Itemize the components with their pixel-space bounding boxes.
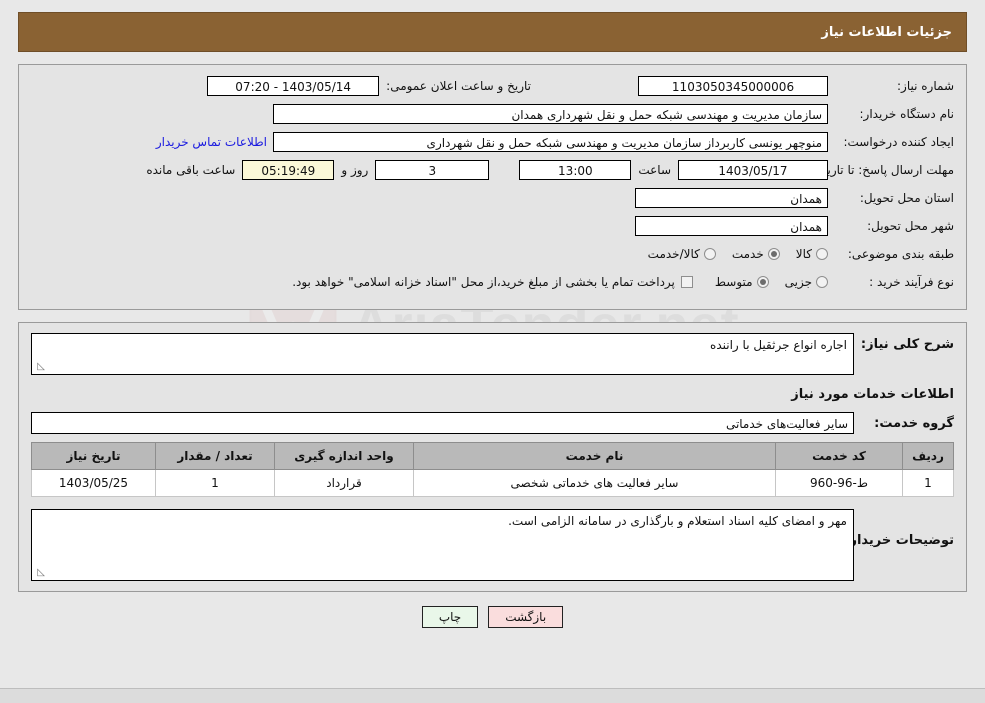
remaining-days-label: روز و [341, 163, 369, 177]
footer-button-bar: بازگشت چاپ [0, 606, 985, 628]
category-option-label: کالا [795, 247, 812, 261]
radio-icon[interactable] [816, 248, 828, 260]
general-desc-textarea[interactable]: اجاره انواع جرثقیل با راننده ◺ [31, 333, 854, 375]
cell-need-date: 1403/05/25 [31, 469, 156, 497]
th-row-no: ردیف [902, 442, 954, 470]
general-desc-value: اجاره انواع جرثقیل با راننده [710, 338, 847, 352]
buyer-org-field[interactable]: سازمان مدیریت و مهندسی شبکه حمل و نقل شه… [273, 104, 828, 124]
service-group-row: گروه خدمت: سایر فعالیت‌های خدماتی [31, 412, 954, 434]
province-label: استان محل تحویل: [859, 191, 954, 205]
process-row: نوع فرآیند خرید : جزیی متوسط پرداخت تمام… [31, 271, 954, 293]
table-row: 1 ط-96-960 سایر فعالیت های خدماتی شخصی ق… [31, 469, 954, 497]
general-desc-label: شرح کلی نیاز: [860, 337, 954, 352]
category-option-khedmat[interactable]: خدمت [732, 247, 780, 261]
treasury-note: پرداخت تمام یا بخشی از مبلغ خرید،از محل … [292, 275, 675, 289]
print-button[interactable]: چاپ [421, 606, 479, 628]
process-option-label: متوسط [714, 275, 753, 289]
cell-service-code: ط-96-960 [775, 469, 903, 497]
requester-label: ایجاد کننده درخواست: [843, 135, 954, 149]
deadline-label: مهلت ارسال پاسخ: تا تاریخ: [815, 162, 954, 177]
buyer-notes-value: مهر و امضای کلیه اسناد استعلام و بارگذار… [508, 514, 847, 528]
th-need-date: تاریخ نیاز [31, 442, 156, 470]
need-number-field[interactable]: 1103050345000006 [638, 76, 828, 96]
cell-row-no: 1 [902, 469, 954, 497]
general-desc-row: شرح کلی نیاز: اجاره انواع جرثقیل با رانن… [31, 333, 954, 375]
category-option-kala-khedmat[interactable]: کالا/خدمت [648, 247, 716, 261]
requester-field[interactable]: منوچهر یونسی کاربرداز سازمان مدیریت و مه… [273, 132, 828, 152]
deadline-hour-field[interactable]: 13:00 [519, 160, 632, 180]
buyer-contact-link[interactable]: اطلاعات تماس خریدار [156, 135, 273, 149]
page-header-bar: جزئیات اطلاعات نیاز [18, 12, 967, 52]
process-option-label: جزیی [784, 275, 812, 289]
announce-datetime-field[interactable]: 1403/05/14 - 07:20 [207, 76, 380, 96]
requester-row: ایجاد کننده درخواست: منوچهر یونسی کاربرد… [31, 131, 954, 153]
city-field[interactable]: همدان [635, 216, 828, 236]
remaining-days-field: 3 [375, 160, 490, 180]
back-button[interactable]: بازگشت [488, 606, 564, 628]
province-row: استان محل تحویل: همدان [31, 187, 954, 209]
resize-grip-icon[interactable]: ◺ [35, 568, 45, 578]
buyer-notes-textarea[interactable]: مهر و امضای کلیه اسناد استعلام و بارگذار… [31, 509, 854, 581]
process-option-jozee[interactable]: جزیی [785, 275, 828, 289]
cell-quantity: 1 [155, 469, 275, 497]
deadline-hour-label: ساعت [638, 163, 671, 177]
category-radio-group: کالا خدمت کالا/خدمت [648, 247, 828, 261]
service-group-field[interactable]: سایر فعالیت‌های خدماتی [31, 412, 854, 434]
city-row: شهر محل تحویل: همدان [31, 215, 954, 237]
bottom-strip [0, 688, 985, 703]
need-number-label: شماره نیاز: [897, 79, 954, 93]
process-radio-group: جزیی متوسط [715, 275, 828, 289]
cell-service-name: سایر فعالیت های خدماتی شخصی [413, 469, 776, 497]
remaining-time-field: 05:19:49 [242, 160, 335, 180]
category-row: طبقه بندی موضوعی: کالا خدمت کالا/خدمت [31, 243, 954, 265]
buyer-notes-row: توضیحات خریدار: مهر و امضای کلیه اسناد ا… [31, 509, 954, 581]
process-label: نوع فرآیند خرید : [869, 275, 954, 289]
cell-unit: قرارداد [274, 469, 414, 497]
category-option-label: خدمت [731, 247, 764, 261]
page-title: جزئیات اطلاعات نیاز [821, 24, 952, 40]
deadline-row: مهلت ارسال پاسخ: تا تاریخ: 1403/05/17 سا… [31, 159, 954, 181]
treasury-checkbox[interactable] [680, 276, 693, 288]
services-section-title: اطلاعات خدمات مورد نیاز [791, 387, 954, 402]
need-info-panel: شماره نیاز: 1103050345000006 تاریخ و ساع… [18, 64, 967, 310]
radio-icon[interactable] [767, 248, 780, 260]
table-header-row: ردیف کد خدمت نام خدمت واحد اندازه گیری ت… [31, 442, 954, 470]
service-group-label: گروه خدمت: [874, 416, 954, 431]
th-unit: واحد اندازه گیری [274, 442, 414, 470]
services-table: ردیف کد خدمت نام خدمت واحد اندازه گیری ت… [31, 442, 954, 497]
buyer-org-label: نام دستگاه خریدار: [859, 107, 955, 121]
category-option-kala[interactable]: کالا [796, 247, 828, 261]
remaining-time-label: ساعت باقی مانده [146, 163, 236, 177]
th-service-code: کد خدمت [775, 442, 903, 470]
th-quantity: تعداد / مقدار [155, 442, 275, 470]
category-option-label: کالا/خدمت [647, 247, 700, 261]
process-option-motavaset[interactable]: متوسط [715, 275, 769, 289]
need-number-row: شماره نیاز: 1103050345000006 تاریخ و ساع… [31, 75, 954, 97]
buyer-org-row: نام دستگاه خریدار: سازمان مدیریت و مهندس… [31, 103, 954, 125]
deadline-date-field[interactable]: 1403/05/17 [678, 160, 828, 180]
radio-icon[interactable] [756, 276, 769, 288]
th-service-name: نام خدمت [413, 442, 776, 470]
category-label: طبقه بندی موضوعی: [847, 247, 954, 261]
resize-grip-icon[interactable]: ◺ [35, 362, 45, 372]
radio-icon[interactable] [816, 276, 828, 288]
services-panel: شرح کلی نیاز: اجاره انواع جرثقیل با رانن… [18, 322, 967, 592]
province-field[interactable]: همدان [635, 188, 828, 208]
city-label: شهر محل تحویل: [867, 219, 954, 233]
radio-icon[interactable] [703, 248, 716, 260]
announce-datetime-label: تاریخ و ساعت اعلان عمومی: [386, 79, 531, 93]
buyer-notes-label: توضیحات خریدار: [844, 533, 954, 548]
